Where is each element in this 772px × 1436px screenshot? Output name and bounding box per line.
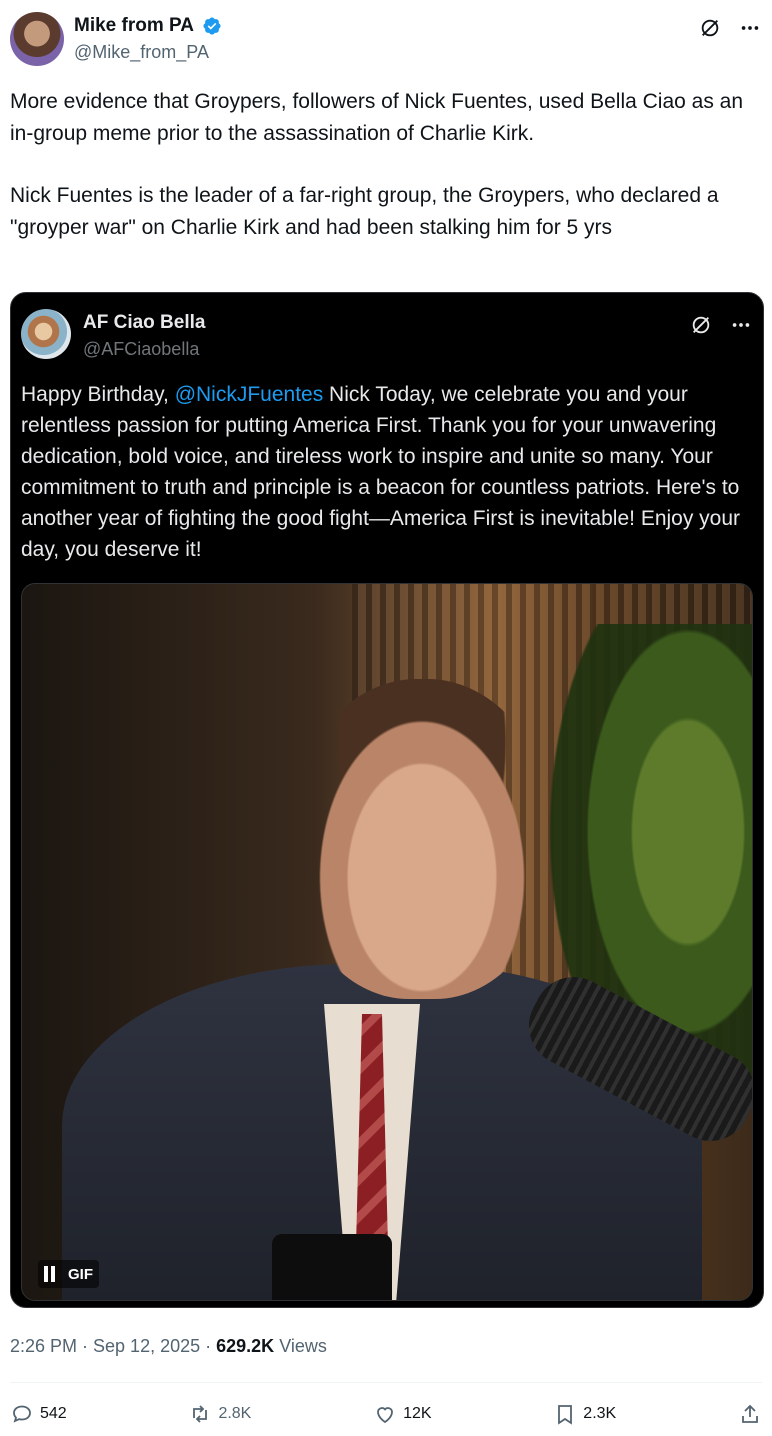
like-button[interactable]: 12K xyxy=(373,1402,432,1426)
gif-badge[interactable]: GIF xyxy=(38,1260,99,1288)
media-mug xyxy=(272,1234,392,1300)
gif-media[interactable]: GIF xyxy=(21,583,753,1301)
quoted-text-prefix: Happy Birthday, xyxy=(21,383,175,406)
mention-link[interactable]: @NickJFuentes xyxy=(175,383,324,406)
repost-button[interactable]: 2.8K xyxy=(188,1402,251,1426)
media-figure-head xyxy=(292,679,552,999)
quoted-text-body: Nick Today, we celebrate you and your re… xyxy=(21,383,741,561)
like-icon xyxy=(373,1402,397,1426)
author-display-name[interactable]: Mike from PA xyxy=(74,14,194,38)
grok-icon[interactable] xyxy=(689,313,713,337)
divider xyxy=(10,1382,762,1383)
post-paragraph: More evidence that Groypers, followers o… xyxy=(10,90,744,145)
quoted-header-actions xyxy=(689,313,753,337)
share-button[interactable] xyxy=(738,1402,762,1426)
post-header: Mike from PA @Mike_from_PA xyxy=(10,12,762,68)
gif-label: GIF xyxy=(68,1265,93,1283)
quoted-author-handle[interactable]: @AFCiaobella xyxy=(83,337,205,361)
more-icon[interactable] xyxy=(738,16,762,40)
quoted-post[interactable]: AF Ciao Bella @AFCiaobella Happy Birthda… xyxy=(10,292,764,1308)
meta-separator: · xyxy=(205,1336,217,1356)
header-actions xyxy=(698,16,762,40)
like-count: 12K xyxy=(403,1405,432,1422)
post-paragraph: Nick Fuentes is the leader of a far-righ… xyxy=(10,184,719,239)
author-avatar[interactable] xyxy=(10,12,64,66)
reply-button[interactable]: 542 xyxy=(10,1402,67,1426)
more-icon[interactable] xyxy=(729,313,753,337)
repost-icon xyxy=(188,1402,212,1426)
quoted-author-display-name[interactable]: AF Ciao Bella xyxy=(83,311,205,335)
views-count: 629.2K xyxy=(216,1336,275,1356)
verified-badge-icon[interactable] xyxy=(202,16,222,36)
pause-icon[interactable] xyxy=(44,1266,58,1282)
reply-count: 542 xyxy=(40,1405,67,1422)
bookmark-icon xyxy=(553,1402,577,1426)
author-handle[interactable]: @Mike_from_PA xyxy=(74,40,222,64)
post-timestamp[interactable]: 2:26 PM · Sep 12, 2025 xyxy=(10,1336,200,1356)
post-meta: 2:26 PM · Sep 12, 2025 · 629.2K Views xyxy=(10,1332,327,1360)
repost-count: 2.8K xyxy=(218,1405,252,1422)
bookmark-count: 2.3K xyxy=(583,1405,617,1422)
quoted-author-name-block: AF Ciao Bella @AFCiaobella xyxy=(83,311,205,361)
grok-icon[interactable] xyxy=(698,16,722,40)
author-name-block: Mike from PA @Mike_from_PA xyxy=(74,14,222,64)
reply-icon xyxy=(10,1402,34,1426)
views-label: Views xyxy=(279,1336,327,1356)
quoted-author-avatar[interactable] xyxy=(21,309,71,359)
quoted-post-text: Happy Birthday, @NickJFuentes Nick Today… xyxy=(21,379,755,565)
share-icon xyxy=(738,1402,762,1426)
action-bar: 542 2.8K 12K 2.3K xyxy=(10,1396,762,1432)
bookmark-button[interactable]: 2.3K xyxy=(553,1402,616,1426)
post-text: More evidence that Groypers, followers o… xyxy=(10,86,762,243)
